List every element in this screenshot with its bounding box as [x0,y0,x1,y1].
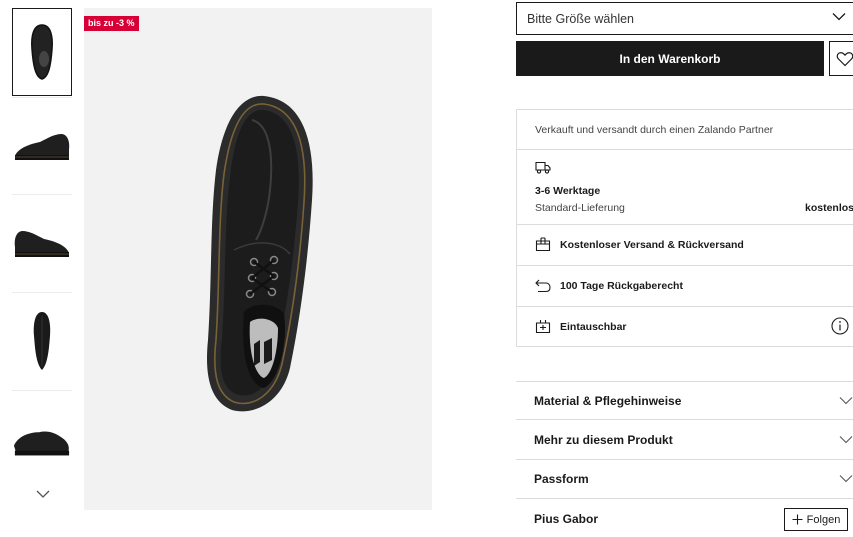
info-icon[interactable] [831,317,849,335]
shoe-image [207,95,313,412]
size-select-label: Bitte Größe wählen [527,11,634,26]
wishlist-button[interactable] [829,41,853,76]
exchange-text: Eintauschbar [560,320,627,333]
delivery-info-box: Verkauft und versandt durch einen Zaland… [516,109,853,347]
delivery-price: kostenlos [804,202,853,214]
heart-icon [836,51,853,66]
exchange-row: Eintauschbar [517,307,853,348]
seller-row: Verkauft und versandt durch einen Zaland… [517,110,853,150]
thumbnail-side-view-right[interactable] [12,199,72,287]
brand-name: Pius Gabor [534,511,599,526]
free-shipping-row: Kostenloser Versand & Rückversand [517,225,853,266]
thumbnail-side-view-left[interactable] [12,102,72,190]
thumbnail-sole-view[interactable] [12,297,72,385]
truck-icon [535,161,551,174]
exchange-box-icon [535,320,551,334]
chevron-down-icon [839,397,853,405]
main-product-image[interactable]: bis zu -3 % [84,8,432,510]
plus-icon [792,514,803,525]
delivery-time: 3-6 Werktage [535,185,601,197]
thumbnail-divider [12,194,72,195]
accordion-fit[interactable]: Passform [516,460,853,499]
package-icon [535,237,551,252]
accordion-label: Material & Pflegehinweise [534,393,682,408]
accordion-more-about-product[interactable]: Mehr zu diesem Produkt [516,421,853,460]
chevron-down-icon [839,475,853,483]
chevron-down-icon [832,13,846,21]
thumbnail-top-view[interactable] [12,8,72,96]
return-row: 100 Tage Rückgaberecht [517,266,853,307]
discount-badge: bis zu -3 % [84,16,139,31]
seller-text: Verkauft und versandt durch einen Zaland… [535,124,774,136]
product-purchase-panel: Bitte Größe wählen In den Warenkorb Verk… [516,0,853,537]
return-policy-text: 100 Tage Rückgaberecht [560,279,683,292]
follow-brand-button[interactable]: Folgen [784,508,848,531]
thumbnail-angled-view[interactable] [12,395,72,483]
add-to-cart-button[interactable]: In den Warenkorb [516,41,824,76]
return-arrow-icon [535,279,551,293]
thumbnail-divider [12,390,72,391]
chevron-down-icon [839,436,853,444]
size-select[interactable]: Bitte Größe wählen [516,2,853,35]
follow-label: Folgen [806,513,841,526]
free-shipping-text: Kostenloser Versand & Rückversand [560,238,744,251]
thumbnail-divider [12,292,72,293]
delivery-row: 3-6 Werktage Standard-Lieferung kostenlo… [517,150,853,225]
thumbnail-scroll-down-icon[interactable] [32,486,54,502]
thumbnail-divider [12,97,72,98]
delivery-type: Standard-Lieferung [535,202,625,214]
accordion-label: Passform [534,472,589,486]
accordion-label: Mehr zu diesem Produkt [534,433,673,447]
accordion-material-care[interactable]: Material & Pflegehinweise [516,381,853,420]
